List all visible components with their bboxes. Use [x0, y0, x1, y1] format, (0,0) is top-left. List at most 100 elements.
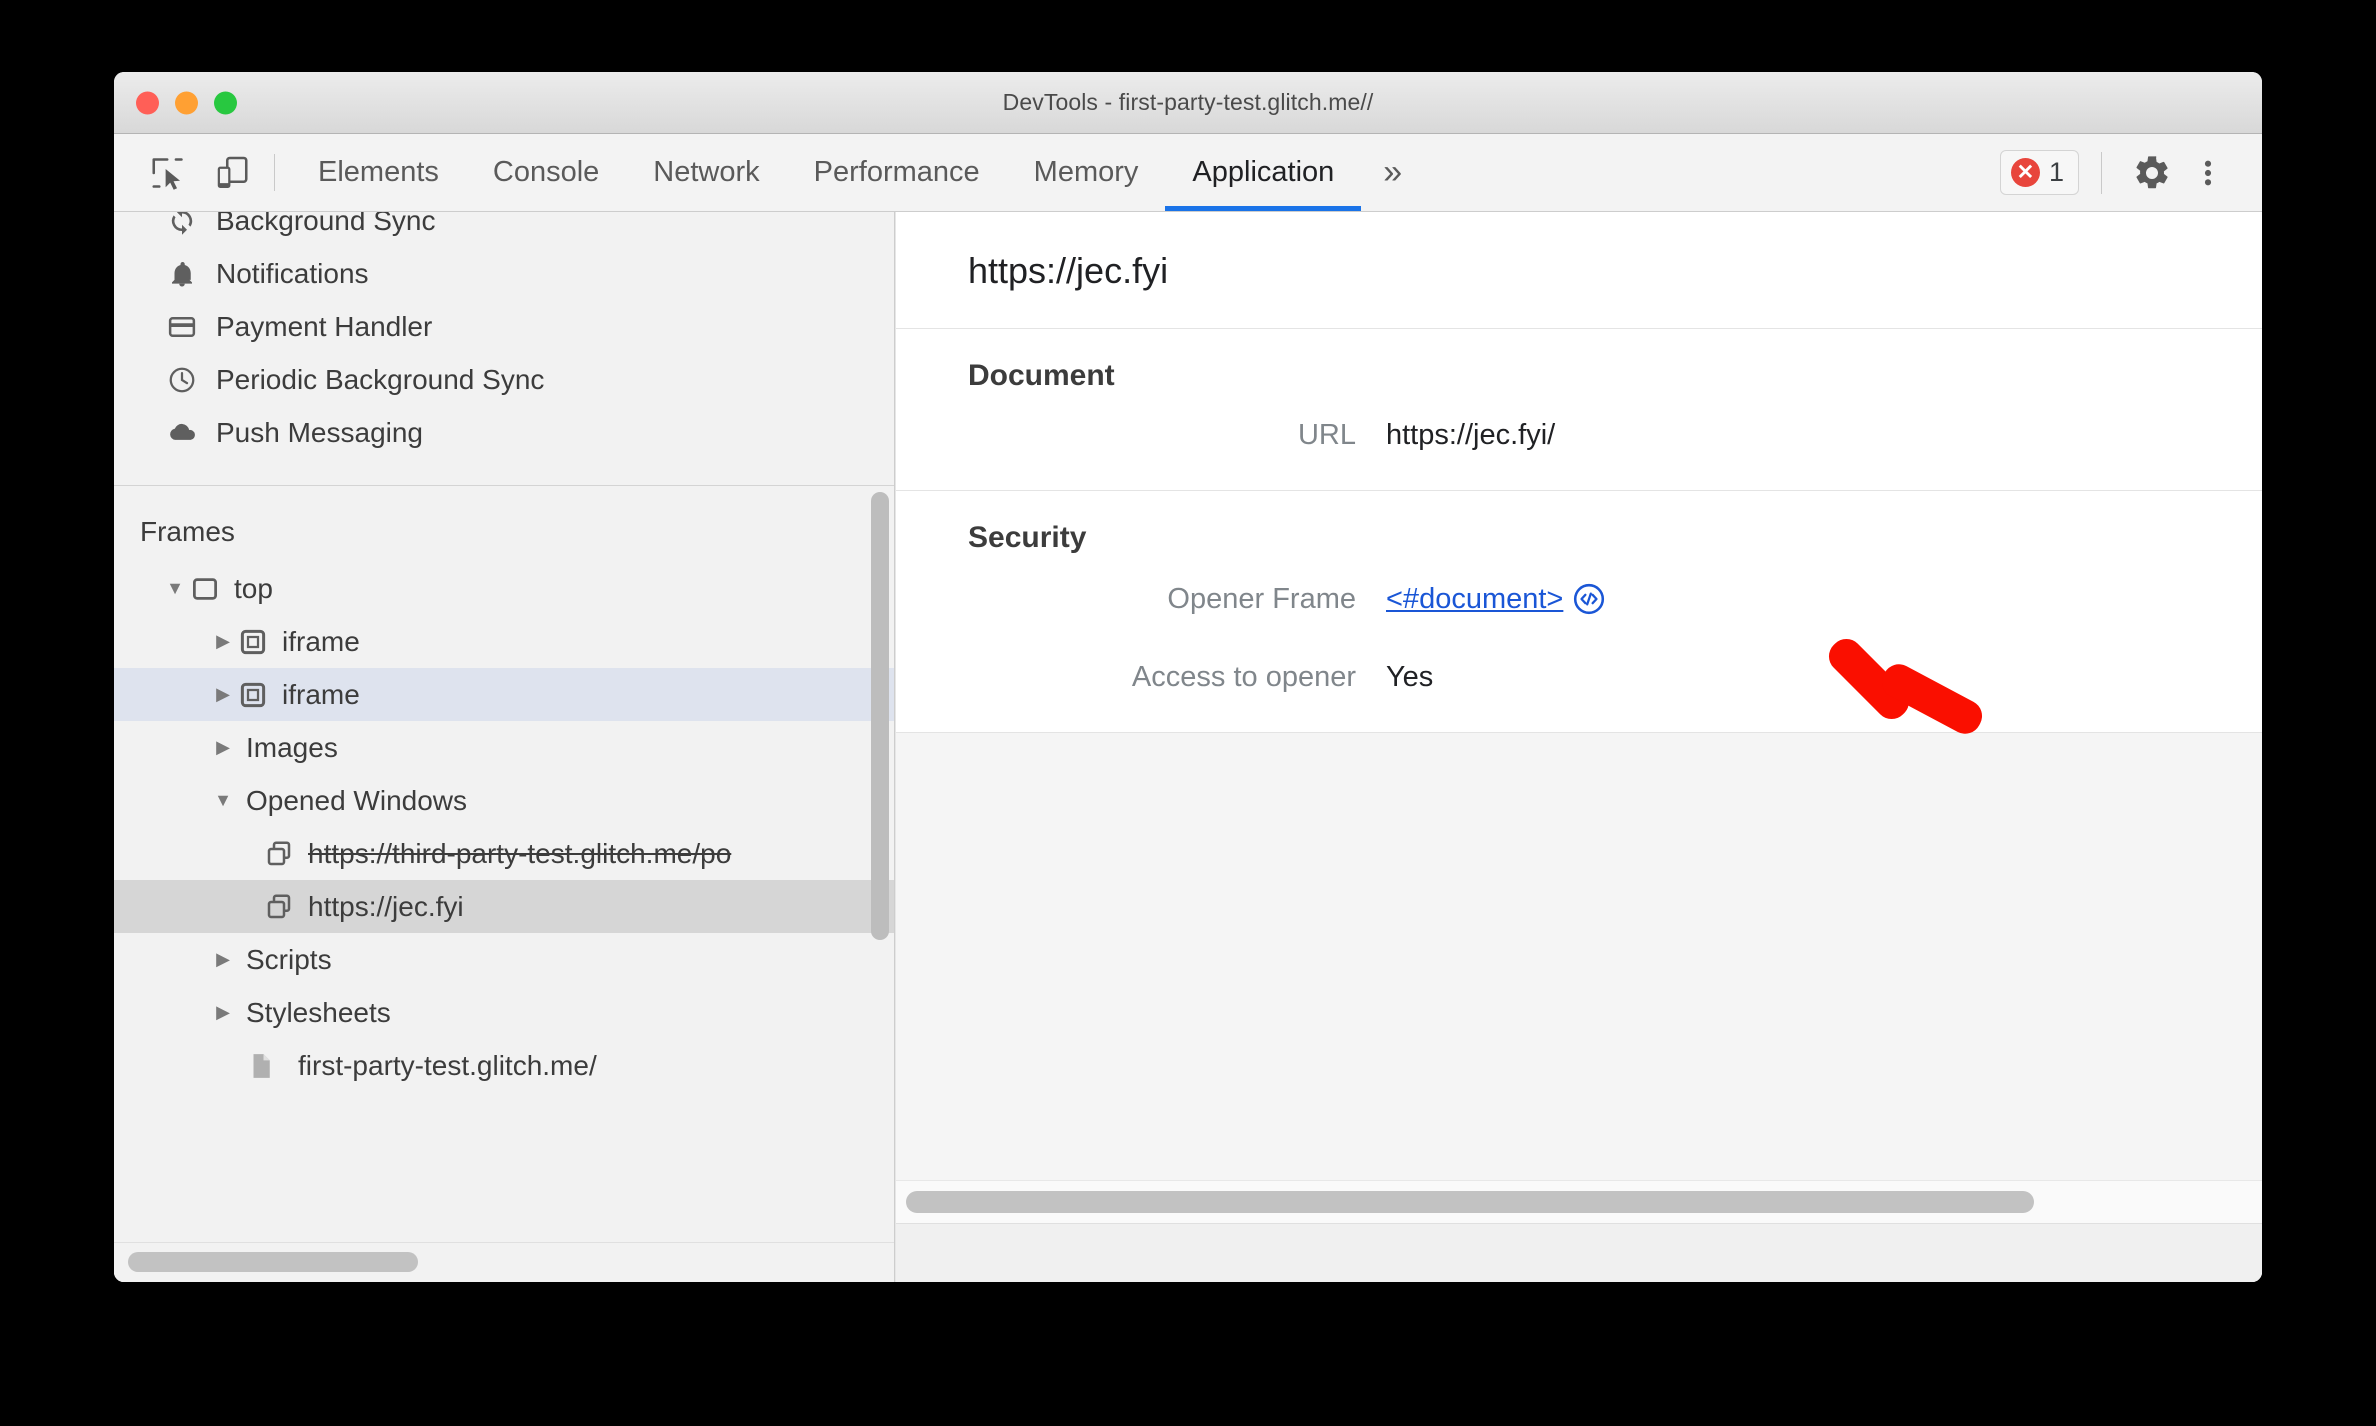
code-reveal-icon: [1574, 583, 1605, 615]
sidebar-item-notifications[interactable]: Notifications: [114, 247, 894, 300]
bell-icon: [166, 258, 198, 290]
tree-row-label: iframe: [282, 678, 360, 710]
inspect-element-button[interactable]: [136, 134, 200, 211]
frame-details-scroll-area: https://jec.fyi Document URL https://jec…: [896, 212, 2262, 1180]
chevron-down-icon[interactable]: ▼: [210, 790, 236, 811]
main-horizontal-scrollbar-thumb[interactable]: [906, 1191, 2034, 1213]
sidebar-item-push-messaging[interactable]: Push Messaging: [114, 406, 894, 459]
main-horizontal-scrollbar-track[interactable]: [896, 1180, 2262, 1224]
tab-elements[interactable]: Elements: [291, 134, 466, 211]
document-url-row: URL https://jec.fyi/: [896, 419, 2262, 452]
frames-tree: ▼ top ▶ iframe ▶ iframe ▶ Images ▼ Opene…: [114, 562, 894, 1092]
toolbar-divider-2: [2101, 151, 2102, 194]
opener-frame-link[interactable]: <#document>: [1386, 583, 1563, 616]
sidebar-item-periodic-background-sync[interactable]: Periodic Background Sync: [114, 353, 894, 406]
devtools-toolbar: Elements Console Network Performance Mem…: [114, 134, 2262, 212]
security-section: Security Opener Frame <#document> Access…: [896, 491, 2262, 733]
sidebar-item-label: Notifications: [216, 257, 369, 289]
tab-network[interactable]: Network: [626, 134, 786, 211]
application-sidebar: Background Sync Notifications Payment Ha…: [114, 212, 895, 1282]
zoom-window-button[interactable]: [214, 91, 237, 114]
sidebar-item-payment-handler[interactable]: Payment Handler: [114, 300, 894, 353]
tab-console[interactable]: Console: [466, 134, 626, 211]
devtools-window: DevTools - first-party-test.glitch.me// …: [114, 72, 2262, 1282]
field-value: https://jec.fyi/: [1386, 419, 1556, 451]
section-title: Document: [968, 359, 1115, 392]
chevron-right-icon[interactable]: ▶: [210, 1002, 236, 1023]
iframe-icon: [236, 678, 270, 712]
tree-row[interactable]: ▶ iframe: [114, 668, 894, 721]
chevron-right-icon[interactable]: ▶: [210, 631, 236, 652]
frame-details-empty-area: [896, 733, 2262, 1180]
field-label: Opener Frame: [1167, 582, 1356, 615]
settings-button[interactable]: [2124, 145, 2180, 201]
chevron-down-icon[interactable]: ▼: [162, 578, 188, 599]
tree-row-label: Opened Windows: [246, 784, 468, 816]
sidebar-vertical-scrollbar[interactable]: [871, 492, 889, 940]
tree-row[interactable]: ▶ Images: [114, 721, 894, 774]
sidebar-item-background-sync[interactable]: Background Sync: [114, 212, 894, 247]
access-to-opener-row: Access to opener Yes: [896, 661, 2262, 694]
device-toolbar-icon: [217, 156, 248, 188]
tree-row[interactable]: ▶ Stylesheets: [114, 986, 894, 1039]
sidebar-service-list: Background Sync Notifications Payment Ha…: [114, 212, 894, 459]
traffic-light-group: [136, 91, 237, 114]
tree-row[interactable]: ▼ Opened Windows: [114, 774, 894, 827]
chevron-right-icon[interactable]: ▶: [210, 684, 236, 705]
document-icon: [244, 1049, 278, 1083]
tree-row[interactable]: ▶ iframe: [114, 615, 894, 668]
tree-row-label: Scripts: [246, 943, 332, 975]
tree-row-label: https://jec.fyi: [308, 890, 464, 922]
tab-performance[interactable]: Performance: [787, 134, 1007, 211]
devtools-body: Background Sync Notifications Payment Ha…: [114, 212, 2262, 1282]
close-window-button[interactable]: [136, 91, 159, 114]
field-label: URL: [1297, 419, 1356, 451]
chevron-right-icon[interactable]: ▶: [210, 737, 236, 758]
device-toolbar-button[interactable]: [200, 134, 264, 211]
panel-tab-list: Elements Console Network Performance Mem…: [291, 134, 1424, 211]
code-reveal-button[interactable]: [1571, 581, 1607, 617]
more-tabs-button[interactable]: »: [1361, 134, 1424, 211]
tree-row-label: iframe: [282, 625, 360, 657]
field-label: Access to opener: [1131, 661, 1356, 693]
tree-row-label: first-party-test.glitch.me/: [298, 1049, 597, 1081]
section-title: Security: [968, 521, 1087, 554]
tree-row-label: Images: [246, 731, 338, 763]
main-menu-button[interactable]: [2180, 145, 2236, 201]
main-bottom-filler: [896, 1224, 2262, 1282]
iframe-icon: [236, 625, 270, 659]
sidebar-item-label: Push Messaging: [216, 416, 424, 448]
toolbar-divider: [274, 154, 275, 191]
field-value: Yes: [1386, 661, 1434, 693]
toolbar-right-group: ✕ 1: [1999, 134, 2262, 211]
error-count-label: 1: [2048, 157, 2064, 187]
sidebar-item-label: Payment Handler: [216, 310, 433, 342]
tree-row[interactable]: ▶ Scripts: [114, 933, 894, 986]
tree-row[interactable]: https://third-party-test.glitch.me/po: [114, 827, 894, 880]
error-count-badge[interactable]: ✕ 1: [1999, 150, 2079, 195]
clock-icon: [166, 364, 198, 396]
minimize-window-button[interactable]: [175, 91, 198, 114]
window-title: DevTools - first-party-test.glitch.me//: [1002, 89, 1374, 115]
sidebar-scroll-area[interactable]: Background Sync Notifications Payment Ha…: [114, 212, 894, 1242]
tab-memory[interactable]: Memory: [1007, 134, 1166, 211]
frame-details-panel: https://jec.fyi Document URL https://jec…: [895, 212, 2262, 1282]
sidebar-horizontal-scrollbar-thumb[interactable]: [128, 1252, 418, 1272]
tree-row-label: https://third-party-test.glitch.me/po: [308, 837, 732, 869]
gear-icon: [2136, 155, 2168, 188]
tab-application[interactable]: Application: [1165, 134, 1362, 211]
frames-section-title: Frames: [140, 516, 235, 547]
window-titlebar: DevTools - first-party-test.glitch.me//: [114, 72, 2262, 134]
window-icon: [262, 890, 296, 924]
more-vertical-icon: [2204, 160, 2212, 185]
tree-row[interactable]: https://jec.fyi: [114, 880, 894, 933]
chevron-right-icon[interactable]: ▶: [210, 949, 236, 970]
sidebar-item-label: Background Sync: [216, 212, 436, 236]
opener-frame-row: Opener Frame <#document>: [896, 581, 2262, 617]
cloud-icon: [166, 417, 198, 449]
tree-row[interactable]: ▼ top: [114, 562, 894, 615]
tree-row[interactable]: first-party-test.glitch.me/: [114, 1039, 894, 1092]
sidebar-item-label: Periodic Background Sync: [216, 363, 545, 395]
error-circle-icon: ✕: [2010, 158, 2040, 187]
sidebar-horizontal-scrollbar-track[interactable]: [114, 1242, 894, 1282]
